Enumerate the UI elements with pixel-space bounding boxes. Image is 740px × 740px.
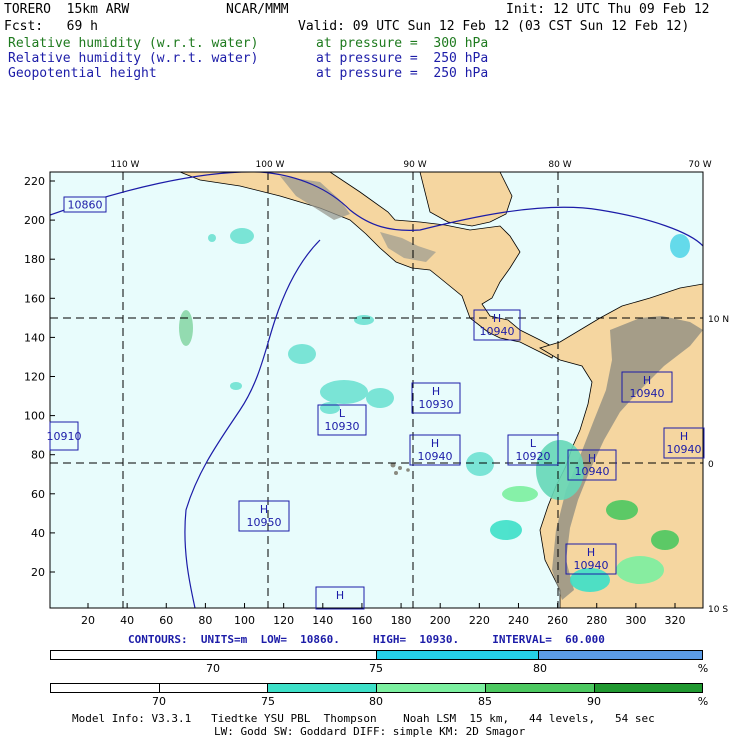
lat-labels: 10 N 0 10 S [708, 315, 729, 615]
height-center-box: 10860 [63, 196, 107, 213]
x-tick-label: 20 [81, 614, 95, 625]
x-tick-label: 280 [586, 614, 607, 625]
colorbar2-label: 85 [478, 695, 492, 708]
center-value: 10910 [47, 430, 82, 443]
colorbar2-label: 75 [261, 695, 275, 708]
lon-label: 110 W [111, 160, 140, 170]
y-tick-label: 20 [31, 566, 45, 579]
center-value: 10940 [667, 443, 702, 456]
center-letter: H [680, 430, 688, 443]
center-letter: H [432, 385, 440, 398]
header-valid: Valid: 09 UTC Sun 12 Feb 12 (03 CST Sun … [298, 19, 690, 34]
contours-info: CONTOURS: UNITS=m LOW= 10860. HIGH= 1093… [128, 633, 605, 646]
center-letter: H [588, 452, 596, 465]
field2-name: Relative humidity (w.r.t. water) [8, 51, 259, 66]
colorbar-segment [268, 684, 378, 692]
center-value: 10940 [575, 465, 610, 478]
y-tick-label: 200 [24, 214, 45, 227]
y-tick-label: 60 [31, 488, 45, 501]
colorbar-segment [376, 651, 540, 659]
y-tick-label: 160 [24, 292, 45, 305]
header-init: Init: 12 UTC Thu 09 Feb 12 [506, 2, 710, 17]
lat-label: 10 N [708, 315, 729, 325]
lat-label: 10 S [708, 605, 728, 615]
lon-label: 70 W [688, 160, 711, 170]
x-tick-label: 40 [120, 614, 134, 625]
colorbar1-label: % [697, 662, 709, 675]
colorbar-300hpa [50, 650, 703, 660]
center-value: 10920 [516, 450, 551, 463]
x-tick-label: 240 [508, 614, 529, 625]
weather-map: 110 W 100 W 90 W 80 W 70 W 10 N 0 10 S 2… [24, 160, 729, 625]
field3-pressure: at pressure = 250 hPa [316, 66, 489, 81]
x-tick-label: 320 [665, 614, 686, 625]
footer-physics-info: LW: Godd SW: Goddard DIFF: simple KM: 2D… [214, 725, 526, 738]
colorbar-segment [594, 684, 702, 692]
colorbar2-label: 70 [152, 695, 166, 708]
x-tick-label: 180 [391, 614, 412, 625]
center-value: 10940 [574, 559, 609, 572]
colorbar1-label: 80 [533, 662, 547, 675]
center-value: 10940 [630, 387, 665, 400]
footer-model-info: Model Info: V3.3.1 Tiedtke YSU PBL Thomp… [72, 712, 655, 725]
colorbar-segment [485, 684, 595, 692]
colorbar2-label: 90 [587, 695, 601, 708]
x-tick-label: 220 [469, 614, 490, 625]
colorbar1-label: 70 [206, 662, 220, 675]
center-letter: H [493, 312, 501, 325]
lon-label: 90 W [403, 160, 426, 170]
y-tick-label: 40 [31, 527, 45, 540]
x-tick-label: 140 [312, 614, 333, 625]
y-tick-label: 120 [24, 371, 45, 384]
center-letter: L [530, 437, 537, 450]
x-tick-label: 60 [159, 614, 173, 625]
x-tick-label: 200 [430, 614, 451, 625]
center-letter: H [587, 546, 595, 559]
y-tick-label: 100 [24, 410, 45, 423]
field1-pressure: at pressure = 300 hPa [316, 36, 489, 51]
header-fcst: Fcst: 69 h [4, 19, 98, 34]
x-tick-label: 160 [351, 614, 372, 625]
colorbar-segment [539, 651, 702, 659]
center-value: 10860 [68, 199, 103, 212]
center-letter: H [431, 437, 439, 450]
center-letter: H [643, 374, 651, 387]
field1-name: Relative humidity (w.r.t. water) [8, 36, 259, 51]
center-value: 10940 [480, 325, 515, 338]
center-letter: H [336, 589, 344, 602]
x-tick-label: 120 [273, 614, 294, 625]
center-value: 10940 [418, 450, 453, 463]
colorbar2-label: 80 [369, 695, 383, 708]
colorbar1-label: 75 [369, 662, 383, 675]
lat-label: 0 [708, 460, 714, 470]
lon-label: 80 W [548, 160, 571, 170]
colorbar-segment [51, 684, 160, 692]
center-value: 10930 [419, 398, 454, 411]
y-tick-label: 140 [24, 331, 45, 344]
colorbar-segment [377, 684, 486, 692]
colorbar2-label: % [697, 695, 709, 708]
x-tick-label: 100 [234, 614, 255, 625]
center-value: 10950 [247, 516, 282, 529]
y-tick-label: 220 [24, 175, 45, 188]
center-letter: L [339, 407, 346, 420]
header-center: NCAR/MMM [226, 2, 289, 17]
y-tick-label: 80 [31, 449, 45, 462]
header-model: TORERO 15km ARW [4, 2, 130, 17]
field3-name: Geopotential height [8, 66, 157, 81]
y-tick-label: 180 [24, 253, 45, 266]
lon-labels: 110 W 100 W 90 W 80 W 70 W [111, 160, 712, 170]
center-letter: H [260, 503, 268, 516]
field2-pressure: at pressure = 250 hPa [316, 51, 489, 66]
x-tick-label: 300 [625, 614, 646, 625]
x-tick-label: 260 [547, 614, 568, 625]
x-tick-label: 80 [198, 614, 212, 625]
center-value: 10930 [325, 420, 360, 433]
colorbar-250hpa [50, 683, 703, 693]
lon-label: 100 W [256, 160, 285, 170]
colorbar-segment [51, 651, 377, 659]
colorbar-segment [159, 684, 269, 692]
